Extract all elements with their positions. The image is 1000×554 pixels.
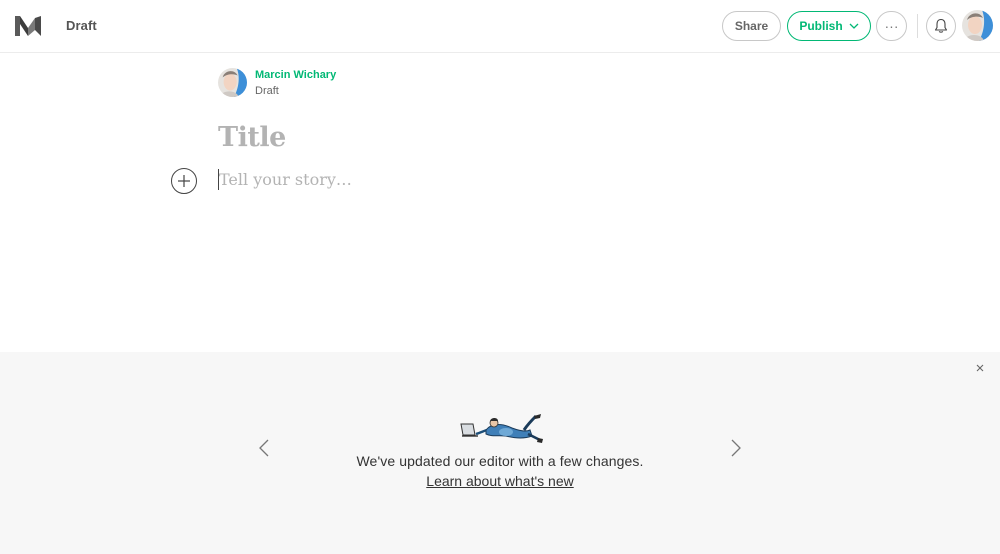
author-status-label: Draft bbox=[255, 85, 279, 97]
share-button-label: Share bbox=[734, 19, 769, 33]
title-input[interactable]: Title bbox=[218, 122, 286, 153]
author-avatar-image bbox=[218, 68, 247, 97]
more-options-button[interactable]: ··· bbox=[876, 11, 907, 41]
header-divider bbox=[917, 14, 918, 38]
learn-whats-new-link[interactable]: Learn about what's new bbox=[426, 473, 573, 489]
author-name-link[interactable]: Marcin Wichary bbox=[255, 69, 336, 81]
close-icon bbox=[976, 364, 984, 372]
avatar-image bbox=[962, 10, 993, 41]
person-with-laptop-illustration bbox=[460, 414, 543, 443]
banner-message: We've updated our editor with a few chan… bbox=[356, 453, 644, 469]
draft-status-label: Draft bbox=[66, 18, 97, 33]
whats-new-banner: We've updated our editor with a few chan… bbox=[0, 352, 1000, 554]
publish-button-label: Publish bbox=[799, 19, 843, 33]
plus-icon bbox=[178, 175, 190, 187]
banner-link-container: Learn about what's new bbox=[0, 473, 1000, 491]
bell-icon bbox=[934, 18, 948, 33]
close-banner-button[interactable] bbox=[974, 362, 986, 374]
publish-button[interactable]: Publish bbox=[787, 11, 871, 41]
notifications-button[interactable] bbox=[926, 11, 956, 41]
share-button[interactable]: Share bbox=[722, 11, 781, 41]
chevron-down-icon bbox=[849, 23, 859, 29]
author-avatar[interactable] bbox=[218, 68, 247, 97]
more-options-label: ··· bbox=[884, 18, 899, 34]
user-avatar[interactable] bbox=[962, 10, 993, 41]
add-content-button[interactable] bbox=[171, 168, 197, 194]
story-input[interactable]: Tell your story… bbox=[219, 170, 352, 189]
medium-logo-icon[interactable] bbox=[14, 14, 42, 38]
top-bar: Draft Share Publish ··· bbox=[0, 0, 1000, 53]
